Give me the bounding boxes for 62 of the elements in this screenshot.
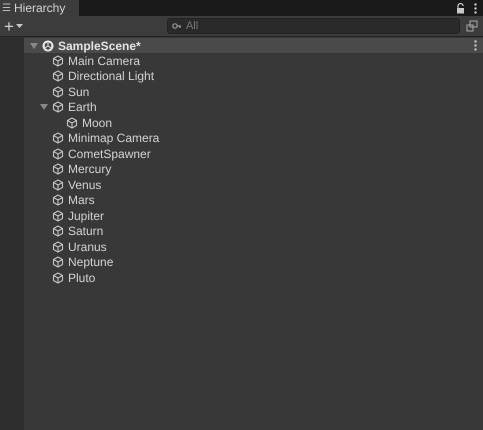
scene-visibility-icon[interactable] [466,20,478,32]
hierarchy-item[interactable]: Uranus [24,239,483,254]
object-name: Venus [68,178,102,192]
object-name: Directional Light [68,69,154,84]
add-button[interactable]: + [2,18,25,34]
hierarchy-tab[interactable]: ☰ Hierarchy [0,0,80,16]
more-icon[interactable] [474,40,477,51]
cube-icon [52,101,64,114]
cube-icon [52,70,64,82]
object-name: Neptune [68,255,114,270]
dropdown-arrow-icon [16,24,23,28]
object-name: Uranus [68,240,107,254]
cube-icon [66,116,78,129]
list-icon: ☰ [2,2,11,14]
search-field[interactable]: All [166,18,460,34]
expand-arrow-icon[interactable] [40,103,48,112]
cube-icon [52,272,64,284]
scene-row[interactable]: SampleScene* [24,38,483,53]
cube-icon [52,132,64,144]
cube-icon [52,240,64,253]
hierarchy-item[interactable]: Minimap Camera [24,130,483,146]
object-name: Moon [82,116,112,130]
cube-icon [52,194,64,206]
hierarchy-item[interactable]: Mercury [24,162,483,177]
expand-arrow-icon[interactable] [30,42,38,50]
cube-icon [52,256,64,268]
cube-icon [52,86,64,98]
object-name: Earth [68,100,97,114]
object-name: Saturn [68,224,104,238]
object-name: Sun [68,84,90,99]
hierarchy-item[interactable]: Saturn [24,224,483,239]
hierarchy-item[interactable]: Directional Light [24,68,483,84]
object-name: Jupiter [68,208,104,223]
hierarchy-item[interactable]: Moon [24,115,483,130]
scene-icon [42,40,54,52]
scene-name: SampleScene* [58,38,142,52]
hierarchy-item[interactable]: Earth [24,100,483,115]
lock-icon[interactable] [456,2,465,14]
hierarchy-item[interactable]: Main Camera [24,53,483,68]
cube-icon [52,54,64,67]
tab-title: Hierarchy [14,1,66,15]
cube-icon [52,178,64,191]
search-icon [172,22,182,30]
cube-icon [52,210,64,222]
cube-icon [52,225,64,238]
hierarchy-item[interactable]: Venus [24,177,483,192]
cube-icon [52,148,64,160]
hierarchy-item[interactable]: Jupiter [24,208,483,224]
more-icon[interactable] [474,2,477,14]
object-name: Mercury [68,162,112,176]
hierarchy-item[interactable]: Pluto [24,270,483,286]
hierarchy-item[interactable]: Neptune [24,254,483,270]
hierarchy-item[interactable]: Mars [24,192,483,208]
search-input[interactable]: All [186,20,455,32]
cube-icon [52,163,64,176]
hierarchy-item[interactable]: CometSpawner [24,146,483,162]
object-name: Main Camera [68,54,140,68]
object-name: Pluto [68,270,96,285]
object-name: Minimap Camera [68,131,160,146]
object-name: CometSpawner [68,146,151,161]
hierarchy-item[interactable]: Sun [24,84,483,100]
object-name: Mars [68,193,95,208]
